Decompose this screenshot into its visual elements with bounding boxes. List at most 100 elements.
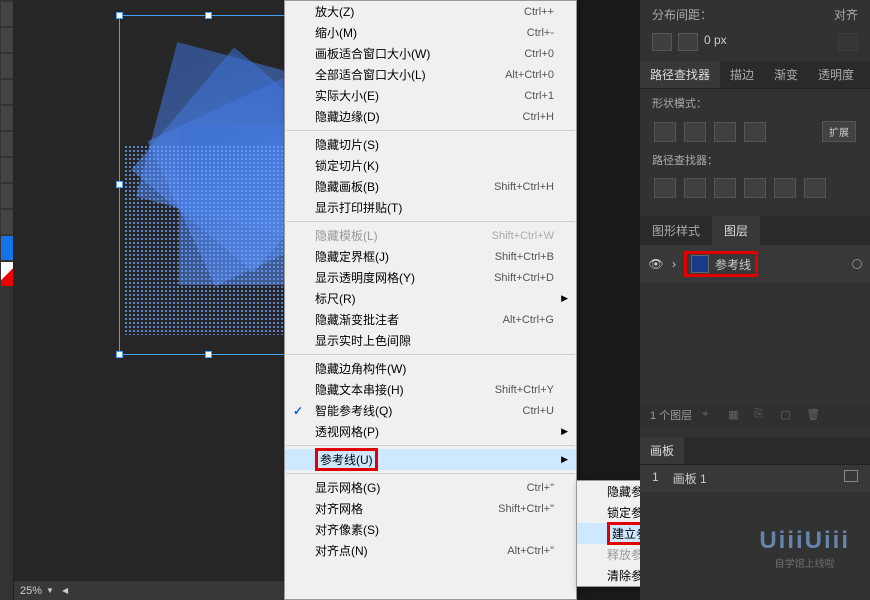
tool-item[interactable] — [1, 54, 13, 78]
tab-artboards[interactable]: 画板 — [640, 437, 684, 464]
menu-item[interactable]: 显示打印拼贴(T) — [285, 197, 576, 218]
intersect-icon[interactable] — [714, 122, 736, 142]
menu-item-label: 缩小(M) — [315, 24, 527, 41]
menu-item[interactable]: 显示网格(G)Ctrl+" — [285, 477, 576, 498]
trim-icon[interactable] — [684, 178, 706, 198]
exclude-icon[interactable] — [744, 122, 766, 142]
menu-shortcut: Alt+Ctrl+G — [503, 314, 554, 326]
tool-item[interactable] — [1, 106, 13, 130]
layers-footer: 1 个图层 ⌖ ▦ ⎘ ▢ 🗑 — [640, 403, 870, 427]
menu-item[interactable]: 对齐点(N)Alt+Ctrl+" — [285, 540, 576, 561]
menu-item[interactable]: 隐藏切片(S) — [285, 134, 576, 155]
zoom-level[interactable]: 25% — [20, 585, 42, 597]
distribute-icon[interactable] — [678, 33, 698, 51]
distribute-label: 分布间距： — [652, 6, 712, 23]
artboard-name[interactable]: 画板 1 — [673, 470, 707, 487]
tool-item[interactable] — [1, 80, 13, 104]
new-sublayer-icon[interactable]: ▦ — [728, 408, 744, 422]
tool-stroke[interactable] — [1, 262, 13, 286]
align-to-icon[interactable] — [838, 33, 858, 51]
menu-item[interactable]: 显示实时上色间隙 — [285, 330, 576, 351]
menu-item[interactable]: 对齐像素(S) — [285, 519, 576, 540]
menu-item[interactable]: 全部适合窗口大小(L)Alt+Ctrl+0 — [285, 64, 576, 85]
menu-item[interactable]: 隐藏文本串接(H)Shift+Ctrl+Y — [285, 379, 576, 400]
target-icon[interactable] — [852, 259, 862, 269]
menu-item[interactable]: 参考线(U)▶ — [285, 449, 576, 470]
watermark-logo: UiiiUiii — [759, 527, 850, 555]
visibility-icon[interactable]: 👁 — [648, 257, 664, 271]
unite-icon[interactable] — [654, 122, 676, 142]
menu-shortcut: Ctrl+" — [527, 482, 554, 494]
layer-row[interactable]: 👁 › 参考线 — [640, 245, 870, 283]
tool-item[interactable] — [1, 132, 13, 156]
outline-icon[interactable] — [774, 178, 796, 198]
menu-item[interactable]: 隐藏定界框(J)Shift+Ctrl+B — [285, 246, 576, 267]
menu-item[interactable]: 放大(Z)Ctrl++ — [285, 1, 576, 22]
selection-bounding-box[interactable] — [119, 15, 299, 355]
menu-item-label: 对齐网格 — [315, 500, 498, 517]
menu-item[interactable]: 标尺(R)▶ — [285, 288, 576, 309]
tab-gradient[interactable]: 渐变 — [764, 61, 808, 88]
tab-transparency[interactable]: 透明度 — [808, 61, 864, 88]
menu-shortcut: Ctrl++ — [524, 6, 554, 18]
layers-tabs: 图形样式 图层 — [640, 216, 870, 245]
menu-shortcut: Ctrl+1 — [524, 90, 554, 102]
menu-item-label: 显示网格(G) — [315, 479, 527, 496]
tab-layers[interactable]: 图层 — [712, 216, 760, 245]
menu-item-label: 隐藏边角构件(W) — [315, 360, 554, 377]
new-icon[interactable]: ▢ — [780, 408, 796, 422]
delete-layer-icon[interactable]: 🗑 — [806, 408, 822, 422]
menu-item-label: 隐藏画板(B) — [315, 178, 494, 195]
locate-icon[interactable]: ⌖ — [702, 408, 718, 422]
menu-shortcut: Alt+Ctrl+0 — [505, 69, 554, 81]
new-layer-icon[interactable]: ⎘ — [754, 408, 770, 422]
tab-graphic-styles[interactable]: 图形样式 — [640, 216, 712, 245]
menu-item[interactable]: 缩小(M)Ctrl+- — [285, 22, 576, 43]
tool-item[interactable] — [1, 28, 13, 52]
prev-icon[interactable]: ◀ — [62, 586, 68, 595]
menu-item[interactable]: 画板适合窗口大小(W)Ctrl+0 — [285, 43, 576, 64]
artboard-row[interactable]: 1 画板 1 — [640, 465, 870, 492]
check-icon: ✓ — [293, 404, 303, 418]
menu-item[interactable]: ✓智能参考线(Q)Ctrl+U — [285, 400, 576, 421]
tab-pathfinder[interactable]: 路径查找器 — [640, 61, 720, 88]
menu-item[interactable]: 锁定切片(K) — [285, 155, 576, 176]
minus-front-icon[interactable] — [684, 122, 706, 142]
menu-shortcut: Ctrl+0 — [524, 48, 554, 60]
menu-item[interactable]: 隐藏边缘(D)Ctrl+H — [285, 106, 576, 127]
crop-icon[interactable] — [744, 178, 766, 198]
layer-thumbnail — [691, 255, 709, 273]
tool-item[interactable] — [1, 2, 13, 26]
menu-item[interactable]: 实际大小(E)Ctrl+1 — [285, 85, 576, 106]
artboard-number: 1 — [652, 470, 659, 487]
canvas[interactable] — [14, 0, 284, 580]
distribute-icon[interactable] — [652, 33, 672, 51]
shape-modes-label: 形状模式： — [640, 89, 870, 117]
tool-item[interactable] — [1, 210, 13, 234]
spacing-value[interactable]: 0 px — [704, 33, 727, 51]
menu-item[interactable]: 对齐网格Shift+Ctrl+" — [285, 498, 576, 519]
menu-item[interactable]: 隐藏边角构件(W) — [285, 358, 576, 379]
right-panels: 分布间距： 对齐 0 px 路径查找器 描边 渐变 透明度 形状模式： 扩展 路… — [640, 0, 870, 600]
menu-shortcut: Shift+Ctrl+H — [494, 181, 554, 193]
layer-name[interactable]: 参考线 — [715, 256, 751, 273]
divide-icon[interactable] — [654, 178, 676, 198]
expand-arrow-icon[interactable]: › — [672, 257, 676, 271]
menu-item[interactable]: 显示透明度网格(Y)Shift+Ctrl+D — [285, 267, 576, 288]
merge-icon[interactable] — [714, 178, 736, 198]
status-bar: 25% ▼ ◀ — [14, 580, 284, 600]
tool-item[interactable] — [1, 184, 13, 208]
menu-item-label: 透视网格(P) — [315, 423, 554, 440]
tab-stroke[interactable]: 描边 — [720, 61, 764, 88]
zoom-dropdown-icon[interactable]: ▼ — [46, 586, 54, 595]
menu-item[interactable]: 隐藏渐变批注者Alt+Ctrl+G — [285, 309, 576, 330]
minus-back-icon[interactable] — [804, 178, 826, 198]
menu-shortcut: Alt+Ctrl+" — [507, 545, 554, 557]
menu-item[interactable]: 隐藏画板(B)Shift+Ctrl+H — [285, 176, 576, 197]
tool-item[interactable] — [1, 158, 13, 182]
menu-item[interactable]: 透视网格(P)▶ — [285, 421, 576, 442]
expand-button[interactable]: 扩展 — [822, 121, 856, 142]
artboard-options-icon[interactable] — [844, 470, 858, 482]
tool-fill[interactable] — [1, 236, 13, 260]
menu-item-label: 标尺(R) — [315, 290, 554, 307]
